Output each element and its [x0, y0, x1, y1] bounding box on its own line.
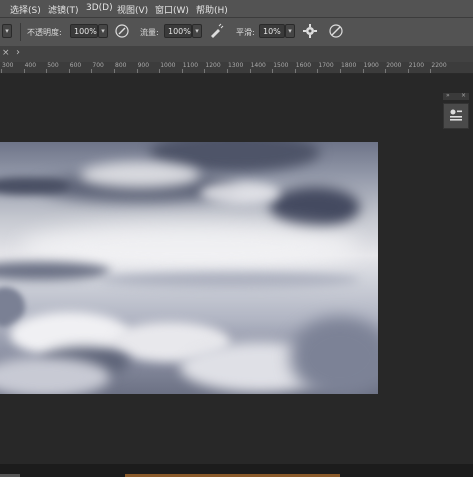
ruler-tick-label: 1300	[228, 62, 244, 69]
opacity-label: 不透明度:	[27, 28, 62, 37]
ruler-tick-label: 700	[92, 62, 104, 69]
pressure-pen-icon[interactable]	[114, 23, 130, 39]
menu-filter[interactable]: 滤镜(T)	[48, 3, 79, 16]
ruler-tick-mark	[91, 69, 93, 73]
smoothing-dropdown[interactable]: ▾	[285, 24, 295, 38]
flow-field[interactable]: 100%	[164, 24, 192, 38]
ruler-tick-mark	[430, 69, 432, 73]
properties-panel-button[interactable]	[443, 103, 469, 129]
menu-help[interactable]: 帮助(H)	[196, 3, 228, 16]
ruler-tick-label: 2100	[408, 62, 425, 69]
gear-icon[interactable]	[302, 23, 318, 39]
ruler-tick-mark	[181, 69, 183, 73]
menu-bar: 选择(S) 滤镜(T) 3D(D) 视图(V) 窗口(W) 帮助(H)	[0, 0, 473, 17]
ruler-tick-label: 1500	[273, 62, 289, 69]
close-icon[interactable]: ×	[461, 92, 466, 99]
ruler-tick-label: 1400	[250, 62, 266, 69]
ruler-tick-mark	[68, 69, 70, 73]
tab-arrow-icon[interactable]: ›	[16, 47, 20, 58]
flow-label: 流量:	[140, 28, 159, 37]
ruler-tick-mark	[159, 69, 161, 73]
ruler-tick-label: 900	[137, 62, 150, 69]
panel-header[interactable]: » ×	[443, 92, 469, 100]
ruler-tick-mark	[1, 69, 2, 73]
ruler-tick-mark	[46, 69, 48, 73]
ruler-tick-mark	[227, 69, 228, 73]
ruler-tick-mark	[249, 69, 251, 73]
horizontal-ruler[interactable]: 300 400 500 600 700 800 900 1000 1100 1200 1300 140…	[0, 62, 473, 74]
cloud-shape	[270, 187, 360, 227]
cloud-shape	[80, 162, 200, 188]
ruler-tick-mark	[294, 69, 296, 73]
tool-preset-dropdown[interactable]: ▾	[2, 24, 12, 38]
symmetry-icon[interactable]	[328, 23, 344, 39]
ruler-tick-label: 400	[24, 62, 37, 69]
cloud-shape	[200, 182, 280, 204]
airbrush-icon[interactable]	[208, 23, 224, 39]
cloud-shape	[0, 262, 110, 280]
ruler-tick-label: 800	[115, 62, 127, 69]
ruler-tick-label: 1200	[205, 62, 221, 69]
ruler-tick-label: 2200	[431, 62, 447, 69]
ruler-tick-label: 2000	[386, 62, 402, 69]
cloud-shape	[100, 272, 360, 288]
ruler-tick-label: 300	[2, 62, 14, 69]
ruler-tick-mark	[136, 69, 138, 73]
ruler-tick-mark	[23, 69, 25, 73]
flow-dropdown[interactable]: ▾	[192, 24, 202, 38]
menu-window[interactable]: 窗口(W)	[155, 3, 189, 16]
properties-panel-icon	[449, 107, 463, 126]
smoothing-field[interactable]: 10%	[259, 24, 285, 38]
menu-select[interactable]: 选择(S)	[10, 3, 41, 16]
ruler-tick-mark	[407, 69, 409, 73]
ruler-tick-label: 1600	[295, 62, 312, 69]
collapse-icon[interactable]: »	[446, 92, 450, 99]
tab-close-icon[interactable]: ×	[2, 48, 10, 58]
ruler-tick-mark	[114, 69, 115, 73]
document-tab-row: × ›	[0, 46, 473, 62]
ruler-tick-label: 500	[47, 62, 59, 69]
menu-view[interactable]: 视图(V)	[117, 3, 148, 16]
menu-3d[interactable]: 3D(D)	[86, 3, 113, 13]
ruler-tick-label: 1900	[363, 62, 379, 69]
divider	[20, 23, 21, 41]
cloud-shape	[290, 317, 378, 394]
ruler-tick-mark	[340, 69, 341, 73]
ruler-tick-label: 1100	[182, 62, 199, 69]
tool-options-bar: ▾ 不透明度: 100% ▾ 流量: 100% ▾ 平滑: 10% ▾	[0, 17, 473, 47]
ruler-tick-mark	[317, 69, 319, 73]
ruler-tick-mark	[272, 69, 274, 73]
ruler-tick-label: 1800	[341, 62, 357, 69]
ruler-tick-label: 1700	[318, 62, 334, 69]
document-canvas-image[interactable]	[0, 142, 378, 394]
smoothing-label: 平滑:	[236, 28, 255, 37]
ruler-tick-mark	[362, 69, 364, 73]
ruler-tick-label: 600	[69, 62, 82, 69]
bottom-status-bar	[0, 464, 473, 477]
ruler-tick-mark	[385, 69, 387, 73]
opacity-dropdown[interactable]: ▾	[98, 24, 108, 38]
opacity-field[interactable]: 100%	[70, 24, 98, 38]
ruler-tick-label: 1000	[160, 62, 176, 69]
ruler-tick-mark	[204, 69, 206, 73]
